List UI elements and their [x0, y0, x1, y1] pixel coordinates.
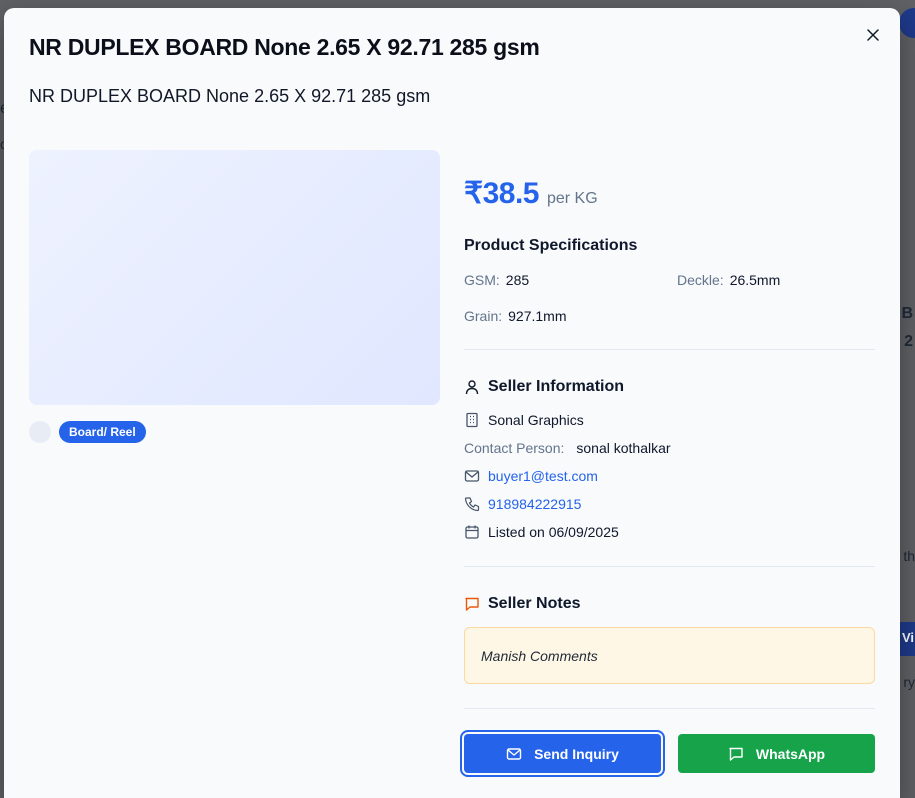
divider — [464, 349, 875, 350]
spec-label: GSM: — [464, 272, 500, 288]
spec-value: 927.1mm — [508, 308, 567, 324]
price-row: ₹38.5 per KG — [464, 176, 598, 211]
product-detail-modal: NR DUPLEX BOARD None 2.65 X 92.71 285 gs… — [4, 8, 900, 798]
spec-grain: Grain: 927.1mm — [464, 308, 566, 324]
seller-notes-title-text: Seller Notes — [488, 595, 581, 612]
message-square-icon — [729, 747, 743, 761]
listed-date: Listed on 06/09/2025 — [488, 524, 619, 540]
spec-label: Grain: — [464, 308, 503, 324]
contact-person-name: sonal kothalkar — [576, 440, 671, 456]
tag-row: Board/ Reel — [29, 421, 146, 443]
building-icon — [466, 412, 478, 428]
user-icon — [465, 380, 479, 395]
spec-value: 285 — [505, 272, 530, 288]
seller-notes-title: Seller Notes — [464, 595, 580, 613]
seller-company: Sonal Graphics — [488, 412, 584, 428]
seller-notes-text: Manish Comments — [481, 647, 598, 664]
specifications-title: Product Specifications — [464, 237, 637, 255]
seller-notes-box: Manish Comments — [464, 627, 875, 684]
price-unit: per KG — [546, 190, 598, 207]
background-text: ry — [903, 674, 915, 690]
seller-company-row: Sonal Graphics — [464, 412, 584, 428]
spec-gsm: GSM: 285 — [464, 272, 529, 288]
calendar-icon — [465, 525, 479, 539]
contact-person-label: Contact Person: — [464, 440, 565, 456]
spec-label: Deckle: — [677, 272, 724, 288]
send-inquiry-button[interactable]: Send Inquiry — [464, 734, 661, 773]
divider — [464, 566, 875, 567]
mail-icon — [464, 470, 480, 482]
product-subtitle: NR DUPLEX BOARD None 2.65 X 92.71 285 gs… — [29, 86, 431, 106]
product-image-placeholder — [29, 150, 440, 405]
seller-info-title-text: Seller Information — [488, 378, 625, 395]
background-text: 2 — [904, 333, 913, 350]
page-title: NR DUPLEX BOARD None 2.65 X 92.71 285 gs… — [29, 34, 540, 60]
spec-value: 26.5mm — [729, 272, 781, 288]
whatsapp-button[interactable]: WhatsApp — [678, 734, 875, 773]
background-text: th — [903, 548, 915, 564]
phone-icon — [464, 497, 480, 512]
category-dot — [29, 421, 51, 443]
background-avatar — [899, 8, 915, 38]
background-text: B — [901, 305, 913, 322]
send-inquiry-label: Send Inquiry — [534, 745, 619, 762]
seller-email-link[interactable]: buyer1@test.com — [488, 468, 598, 484]
seller-phone-link[interactable]: 918984222915 — [488, 496, 581, 512]
background-text: Vi — [901, 630, 914, 645]
close-icon — [867, 29, 879, 41]
phone-row: 918984222915 — [464, 496, 581, 512]
message-square-icon — [465, 597, 479, 611]
price-amount: ₹38.5 — [464, 177, 539, 210]
listed-date-row: Listed on 06/09/2025 — [464, 524, 619, 540]
category-badge: Board/ Reel — [59, 421, 146, 443]
contact-person-row: Contact Person: sonal kothalkar — [464, 440, 671, 456]
divider — [464, 708, 875, 709]
whatsapp-label: WhatsApp — [755, 745, 826, 762]
mail-icon — [506, 747, 522, 760]
close-button[interactable] — [862, 24, 884, 46]
seller-info-title: Seller Information — [464, 378, 624, 396]
email-row: buyer1@test.com — [464, 468, 598, 484]
spec-deckle: Deckle: 26.5mm — [677, 272, 780, 288]
specifications-title-text: Product Specifications — [464, 237, 638, 254]
